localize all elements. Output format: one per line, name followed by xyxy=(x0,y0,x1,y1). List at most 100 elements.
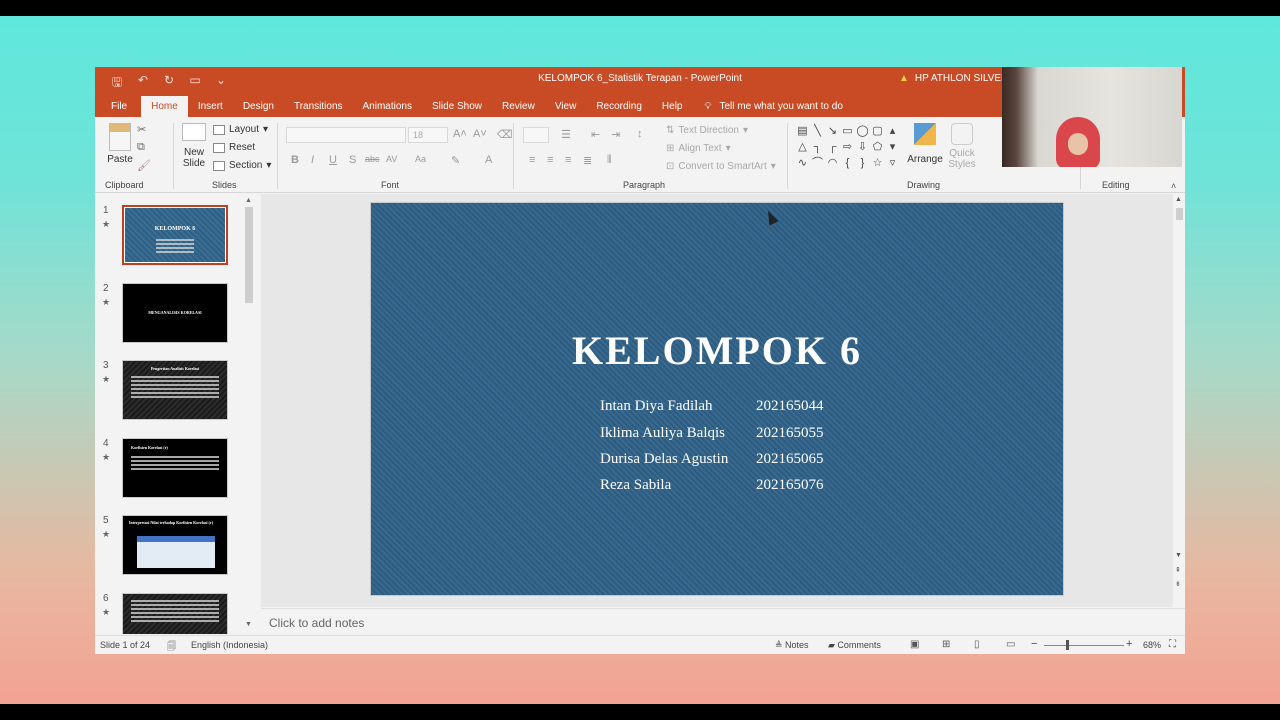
thumbnail-slide-4[interactable]: Koefisien Korelasi (r) xyxy=(122,438,228,498)
font-size-box[interactable]: 18 xyxy=(408,127,448,143)
language-indicator[interactable]: English (Indonesia) xyxy=(191,640,268,650)
bullets-button[interactable] xyxy=(523,127,549,143)
reading-view-icon[interactable]: ▯ xyxy=(974,639,980,650)
scroll-up-icon[interactable]: ▲ xyxy=(245,197,252,204)
slideshow-view-icon[interactable]: ▭ xyxy=(1006,639,1015,650)
font-name-box[interactable] xyxy=(286,127,406,143)
align-right-icon[interactable]: ≡ xyxy=(565,154,571,166)
oval-icon[interactable]: ◯ xyxy=(855,123,870,139)
comments-button[interactable]: ▰ Comments xyxy=(828,640,881,651)
thumbnail-slide-1[interactable]: KELOMPOK 6 xyxy=(122,205,228,265)
pentagon-icon[interactable]: ⬠ xyxy=(870,139,885,155)
line-icon[interactable]: ╲ xyxy=(810,123,825,139)
layout-button[interactable]: Layout ▾ xyxy=(213,124,268,135)
scrollbar-thumb[interactable] xyxy=(1176,208,1183,220)
gallery-more-icon[interactable]: ▿ xyxy=(885,155,900,171)
paste-button[interactable]: Paste xyxy=(103,123,137,165)
increase-indent-icon[interactable]: ⇥ xyxy=(611,128,620,141)
tab-recording[interactable]: Recording xyxy=(586,96,652,117)
align-center-icon[interactable]: ≡ xyxy=(547,154,553,166)
brace-right-icon[interactable]: } xyxy=(855,155,870,171)
member-row[interactable]: Iklima Auliya Balqis 202165055 xyxy=(600,425,824,442)
italic-icon[interactable]: I xyxy=(311,154,314,166)
strikethrough-icon[interactable]: abc xyxy=(365,154,380,164)
triangle-icon[interactable]: △ xyxy=(795,139,810,155)
change-case-icon[interactable]: Aa xyxy=(415,154,426,164)
justify-icon[interactable]: ≣ xyxy=(583,154,592,167)
underline-icon[interactable]: U xyxy=(329,154,337,166)
slide-sorter-icon[interactable]: ⊞ xyxy=(942,639,950,650)
character-spacing-icon[interactable]: AV xyxy=(386,154,397,164)
normal-view-icon[interactable]: ▣ xyxy=(910,639,919,650)
tab-animations[interactable]: Animations xyxy=(353,96,422,117)
columns-icon[interactable]: ⫴ xyxy=(607,154,612,167)
bold-icon[interactable]: B xyxy=(291,154,299,166)
tab-design[interactable]: Design xyxy=(233,96,284,117)
thumbnail-slide-5[interactable]: Interpretasi Nilai terhadap Koefisien Ko… xyxy=(122,515,228,575)
thumbnail-slide-3[interactable]: Pengertian Analisis Korelasi xyxy=(122,360,228,420)
current-slide[interactable]: KELOMPOK 6 Intan Diya Fadilah 202165044 … xyxy=(370,202,1064,596)
down-arrow-icon[interactable]: ⇩ xyxy=(855,139,870,155)
format-painter-icon[interactable]: 🖌︎ xyxy=(137,159,151,172)
arrange-button[interactable]: Arrange xyxy=(907,123,943,165)
gallery-up-icon[interactable]: ▴ xyxy=(885,123,900,139)
tab-review[interactable]: Review xyxy=(492,96,545,117)
align-text-button[interactable]: ⊞ Align Text ▾ xyxy=(666,143,731,154)
gallery-down-icon[interactable]: ▾ xyxy=(885,139,900,155)
numbering-icon[interactable]: ☰ xyxy=(561,128,571,141)
tab-transitions[interactable]: Transitions xyxy=(284,96,353,117)
thumbnail-slide-2[interactable]: MENGANALISIS KORELASI xyxy=(122,283,228,343)
reset-button[interactable]: Reset xyxy=(213,142,255,153)
clear-formatting-icon[interactable]: ⌫ xyxy=(497,128,513,141)
elbow-arrow-icon[interactable]: ┌ xyxy=(825,139,840,155)
slide-scrollbar[interactable]: ▲ ▼ ⇞ ⇟ xyxy=(1174,194,1185,607)
thumbnail-slide-6[interactable] xyxy=(122,593,228,634)
line-spacing-icon[interactable]: ↕ xyxy=(637,128,643,140)
tell-me-box[interactable]: 💡︎ Tell me what you want to do xyxy=(692,96,852,117)
tab-view[interactable]: View xyxy=(545,96,587,117)
zoom-out-icon[interactable]: − xyxy=(1031,638,1037,650)
text-direction-button[interactable]: ⇅ Text Direction ▾ xyxy=(666,125,748,136)
fit-to-window-icon[interactable]: ⛶ xyxy=(1169,639,1176,650)
scroll-up-icon[interactable]: ▲ xyxy=(1175,196,1182,203)
notes-toggle-button[interactable]: ≜ Notes xyxy=(775,640,809,651)
tab-insert[interactable]: Insert xyxy=(188,96,233,117)
brace-left-icon[interactable]: { xyxy=(840,155,855,171)
zoom-slider-handle[interactable] xyxy=(1066,640,1069,650)
zoom-in-icon[interactable]: + xyxy=(1126,638,1132,650)
scroll-down-icon[interactable]: ▼ xyxy=(245,621,252,628)
text-box-icon[interactable]: ▤ xyxy=(795,123,810,139)
account-name[interactable]: ▲ HP ATHLON SILVER xyxy=(899,73,1008,84)
section-button[interactable]: Section ▾ xyxy=(213,160,271,171)
slide-title[interactable]: KELOMPOK 6 xyxy=(371,327,1063,374)
shadow-icon[interactable]: S xyxy=(349,154,356,166)
scrollbar-thumb[interactable] xyxy=(245,207,253,303)
thumbnails-scrollbar[interactable]: ▲ ▼ xyxy=(245,197,253,629)
tab-file[interactable]: File xyxy=(95,96,141,117)
increase-font-icon[interactable]: A˄ xyxy=(453,128,467,140)
member-row[interactable]: Intan Diya Fadilah 202165044 xyxy=(600,398,824,415)
member-row[interactable]: Reza Sabila 202165076 xyxy=(600,477,824,494)
star-icon[interactable]: ☆ xyxy=(870,155,885,171)
next-slide-icon[interactable]: ⇟ xyxy=(1175,580,1181,588)
zoom-slider[interactable] xyxy=(1044,645,1124,646)
highlight-icon[interactable]: ✎ xyxy=(451,154,460,167)
previous-slide-icon[interactable]: ⇞ xyxy=(1175,566,1181,574)
decrease-font-icon[interactable]: A˅ xyxy=(473,128,487,140)
member-row[interactable]: Durisa Delas Agustin 202165065 xyxy=(600,451,824,468)
arc-icon[interactable]: ◠ xyxy=(825,155,840,171)
align-left-icon[interactable]: ≡ xyxy=(529,154,535,166)
right-arrow-icon[interactable]: ⇨ xyxy=(840,139,855,155)
tab-help[interactable]: Help xyxy=(652,96,693,117)
curve-icon[interactable]: ⌒ xyxy=(810,155,825,171)
arrow-line-icon[interactable]: ↘ xyxy=(825,123,840,139)
collapse-ribbon-icon[interactable]: ˄ xyxy=(1171,181,1176,191)
freeform-icon[interactable]: ∿ xyxy=(795,155,810,171)
cut-icon[interactable]: ✂ xyxy=(137,123,146,136)
scroll-down-icon[interactable]: ▼ xyxy=(1175,552,1182,559)
tab-home[interactable]: Home xyxy=(141,96,188,117)
copy-icon[interactable]: ⧉ xyxy=(137,141,145,154)
new-slide-button[interactable]: New Slide xyxy=(177,123,211,169)
shapes-gallery[interactable]: ▤ ╲ ↘ ▭ ◯ ▢ ▴ △ ┐ ┌ ⇨ ⇩ ⬠ ▾ ∿ ⌒ ◠{} ☆ ▿ xyxy=(795,123,905,173)
font-color-icon[interactable]: A xyxy=(485,154,492,166)
